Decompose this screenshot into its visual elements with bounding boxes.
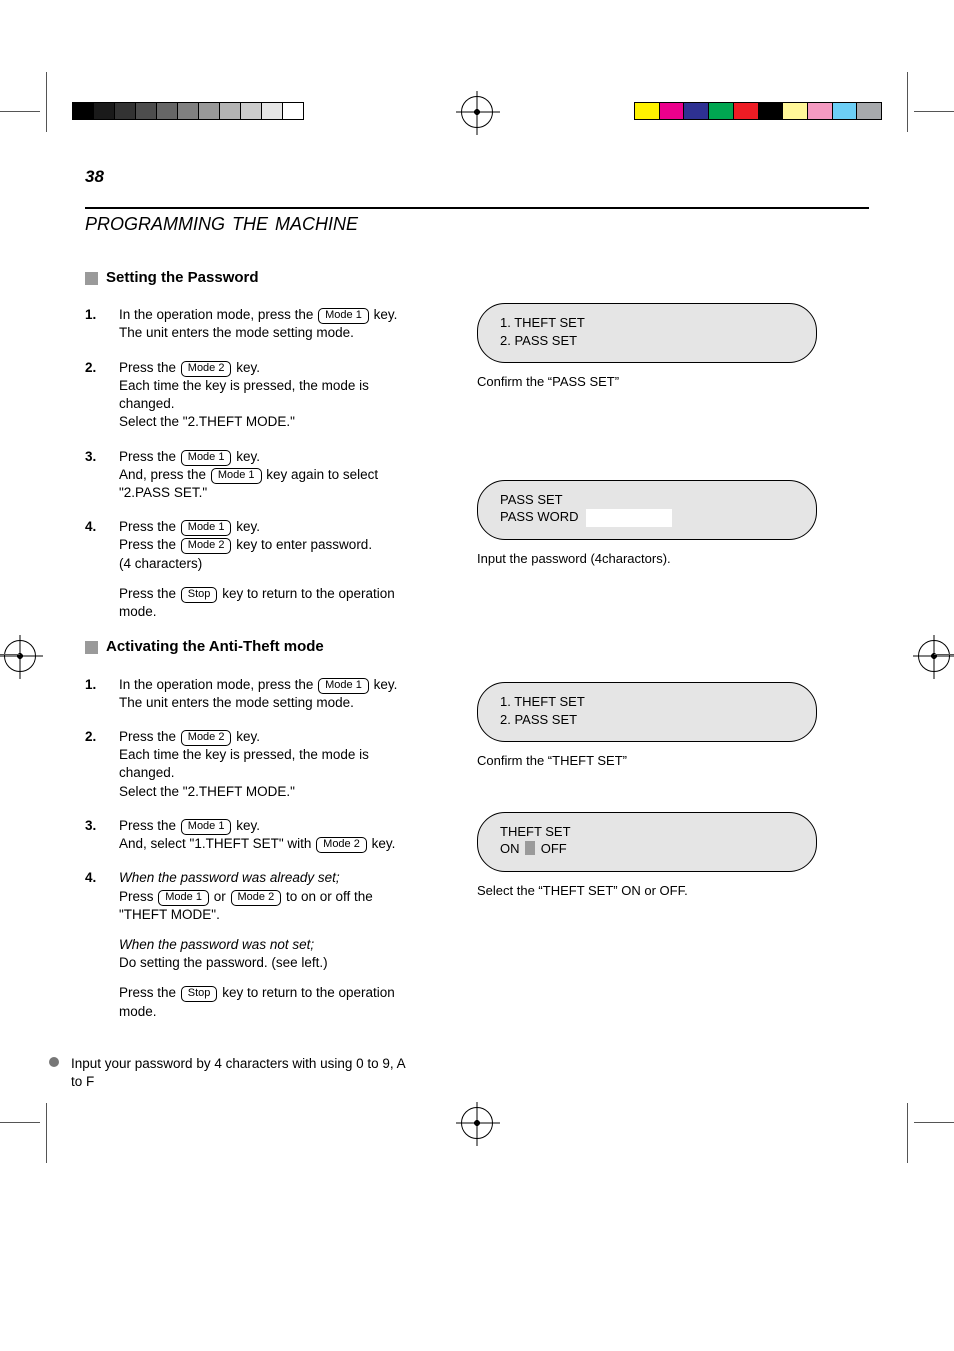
subsection-heading: Activating the Anti-Theft mode (85, 637, 415, 657)
step-note: Press the Mode 2 key to enter password. (119, 536, 415, 554)
section-title: PROGRAMMING THE MACHINE (85, 212, 358, 236)
step-note: Each time the key is pressed, the mode i… (119, 377, 415, 413)
step-note: And, select "1.THEFT SET" with Mode 2 ke… (119, 835, 415, 853)
key-mode1: Mode 1 (211, 468, 262, 484)
lcd-line: PASS SET (500, 491, 794, 509)
steps-list: In the operation mode, press the Mode 1 … (85, 676, 415, 973)
lcd-line: 1. THEFT SET (500, 314, 794, 332)
footnote: Input your password by 4 characters with… (49, 1055, 415, 1091)
print-registration-header (0, 102, 954, 142)
step-note: Each time the key is pressed, the mode i… (119, 746, 415, 782)
key-mode1: Mode 1 (158, 890, 209, 906)
step-note: The unit enters the mode setting mode. (119, 324, 415, 342)
lcd-password-field (586, 509, 672, 527)
key-mode1: Mode 1 (181, 819, 232, 835)
key-stop: Stop (181, 587, 218, 603)
color-calibration-strip (634, 102, 882, 120)
left-column: Setting the Password In the operation mo… (85, 268, 415, 1091)
subsection-heading: Setting the Password (85, 268, 415, 288)
step-item: Press the Mode 2 key. Each time the key … (85, 728, 415, 801)
key-mode1: Mode 1 (318, 678, 369, 694)
lcd-caption: Select the “THEFT SET” ON or OFF. (477, 882, 817, 900)
lcd-display: PASS SET PASS WORD (477, 480, 817, 540)
registration-target-icon (918, 640, 950, 672)
lcd-line: 1. THEFT SET (500, 693, 794, 711)
lcd-display: 1. THEFT SET 2. PASS SET (477, 682, 817, 742)
step-item: Press the Mode 1 key. And, select "1.THE… (85, 817, 415, 853)
lcd-line: ON OFF (500, 840, 794, 858)
step-note: Do setting the password. (see left.) (119, 954, 415, 972)
lcd-line: PASS WORD (500, 508, 794, 527)
lcd-caption: Confirm the “PASS SET” (477, 373, 817, 391)
square-bullet-icon (85, 641, 98, 654)
key-mode2: Mode 2 (181, 730, 232, 746)
key-mode2: Mode 2 (181, 538, 232, 554)
step-item: When the password was already set; Press… (85, 869, 415, 972)
crop-mark (0, 111, 40, 112)
crop-mark (907, 1103, 908, 1163)
registration-target-icon (4, 640, 36, 672)
page-number: 38 (85, 166, 104, 189)
step-note: The unit enters the mode setting mode. (119, 694, 415, 712)
step-item: Press the Mode 1 key. Press the Mode 2 k… (85, 518, 415, 573)
step-note: And, press the Mode 1 key again to selec… (119, 466, 415, 502)
page-body: 38 PROGRAMMING THE MACHINE Setting the P… (85, 152, 869, 1091)
step-note: Select the "2.THEFT MODE." (119, 413, 415, 431)
subsection-title: Activating the Anti-Theft mode (106, 637, 324, 657)
lcd-caption: Input the password (4charactors). (477, 550, 817, 568)
registration-target-icon (461, 96, 493, 128)
step-subtitle: When the password was already set; (119, 870, 340, 885)
step-note: Select the "2.THEFT MODE." (119, 783, 415, 801)
lcd-display: THEFT SET ON OFF (477, 812, 817, 872)
heading-rule (85, 207, 869, 209)
exit-instruction: Press the Stop key to return to the oper… (119, 585, 415, 621)
print-registration-footer (0, 1113, 954, 1153)
lcd-caption: Confirm the “THEFT SET” (477, 752, 817, 770)
lcd-cursor-icon (525, 841, 535, 855)
step-note: When the password was not set; (119, 936, 415, 954)
steps-list: In the operation mode, press the Mode 1 … (85, 306, 415, 573)
step-note: Press Mode 1 or Mode 2 to on or off the … (119, 888, 415, 924)
key-mode1: Mode 1 (318, 308, 369, 324)
key-mode1: Mode 1 (181, 450, 232, 466)
square-bullet-icon (85, 272, 98, 285)
crop-mark (0, 1122, 40, 1123)
crop-mark (907, 72, 908, 132)
key-stop: Stop (181, 986, 218, 1002)
step-item: In the operation mode, press the Mode 1 … (85, 306, 415, 342)
crop-mark (914, 1122, 954, 1123)
circle-bullet-icon (49, 1057, 59, 1067)
step-item: Press the Mode 1 key. And, press the Mod… (85, 448, 415, 503)
key-mode2: Mode 2 (181, 361, 232, 377)
lcd-line: 2. PASS SET (500, 332, 794, 350)
crop-mark (934, 654, 954, 655)
step-item: Press the Mode 2 key. Each time the key … (85, 359, 415, 432)
lcd-display: 1. THEFT SET 2. PASS SET (477, 303, 817, 363)
exit-instruction: Press the Stop key to return to the oper… (119, 984, 415, 1020)
key-mode2: Mode 2 (231, 890, 282, 906)
lcd-line: 2. PASS SET (500, 711, 794, 729)
step-note: (4 characters) (119, 555, 415, 573)
crop-mark (46, 72, 47, 132)
crop-mark (914, 111, 954, 112)
grayscale-calibration-strip (72, 102, 304, 120)
lcd-line: THEFT SET (500, 823, 794, 841)
crop-mark (46, 1103, 47, 1163)
footnote-text: Input your password by 4 characters with… (71, 1056, 405, 1089)
key-mode2: Mode 2 (316, 837, 367, 853)
key-mode1: Mode 1 (181, 520, 232, 536)
crop-mark (0, 654, 20, 655)
registration-target-icon (461, 1107, 493, 1139)
right-column: 1. THEFT SET 2. PASS SET Confirm the “PA… (477, 268, 817, 1091)
step-item: In the operation mode, press the Mode 1 … (85, 676, 415, 712)
subsection-title: Setting the Password (106, 268, 259, 288)
